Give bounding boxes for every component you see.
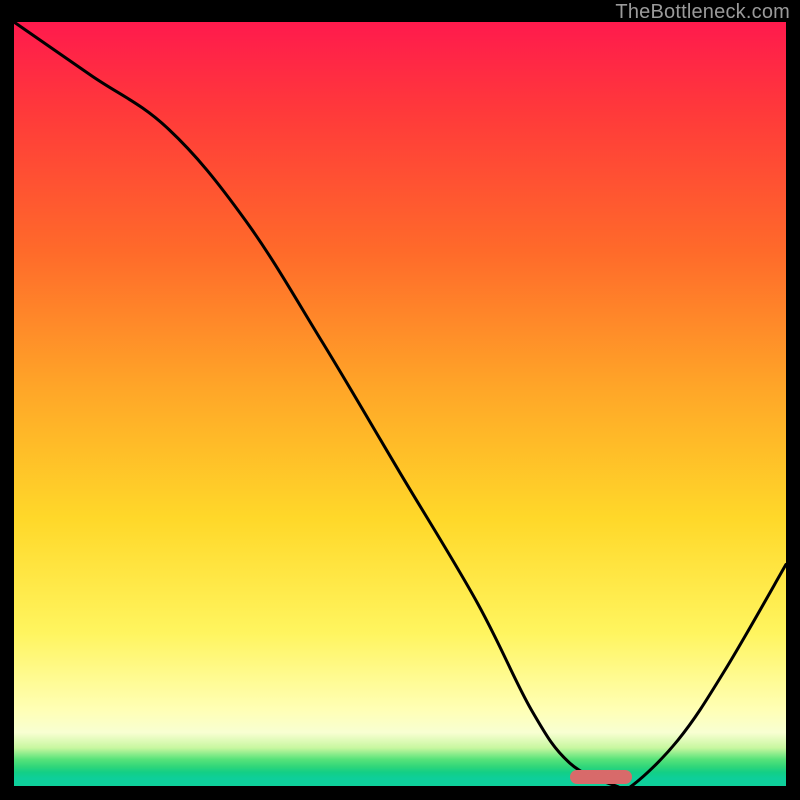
optimal-range-marker xyxy=(570,770,632,784)
bottleneck-curve xyxy=(14,22,786,786)
watermark-text: TheBottleneck.com xyxy=(615,1,790,24)
bottleneck-curve-svg xyxy=(14,22,786,786)
